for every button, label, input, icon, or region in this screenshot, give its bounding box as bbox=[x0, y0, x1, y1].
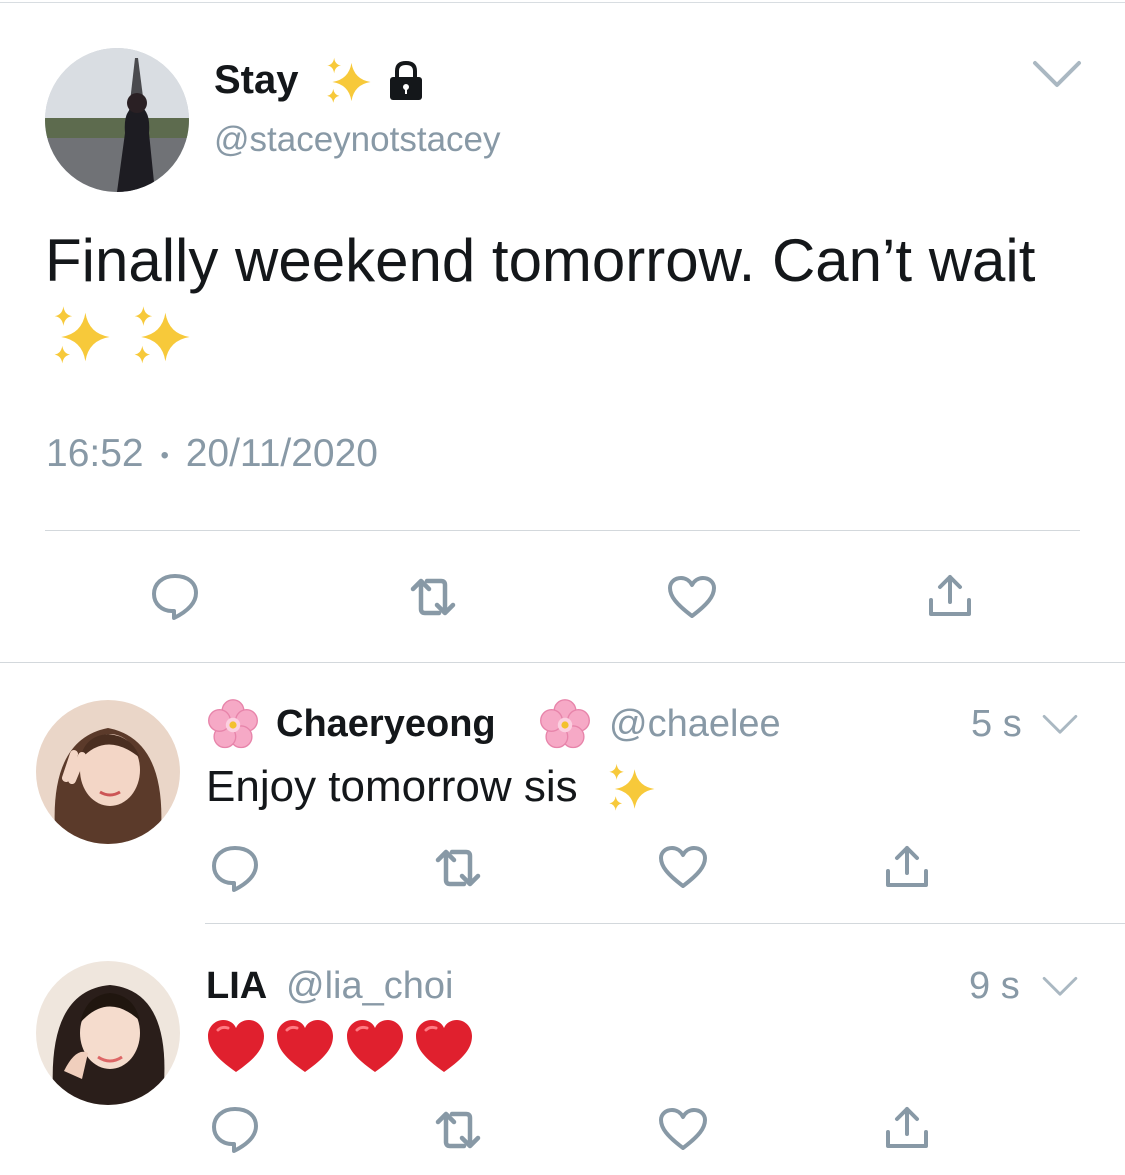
reply-handle[interactable]: @lia_choi bbox=[286, 965, 453, 1008]
reply-age: 5 s bbox=[971, 703, 1022, 745]
divider bbox=[45, 530, 1080, 531]
reply-text: Enjoy tomorrow sis bbox=[206, 760, 658, 816]
divider bbox=[0, 662, 1125, 663]
tweet-date: 20/11/2020 bbox=[185, 432, 378, 475]
avatar[interactable] bbox=[36, 700, 180, 844]
cherry-blossom-emoji-icon bbox=[206, 698, 260, 752]
sparkles-emoji-icon bbox=[322, 56, 374, 108]
reply-handle[interactable]: @chaelee bbox=[609, 703, 781, 746]
display-name[interactable]: Stay bbox=[214, 58, 299, 103]
reply-display-name[interactable]: Chaeryeong bbox=[276, 703, 496, 746]
tweet-text: Finally weekend tomorrow. Can’t wait bbox=[45, 225, 1105, 370]
red-heart-emoji-icon bbox=[275, 1018, 335, 1074]
retweet-icon[interactable] bbox=[405, 575, 461, 619]
chevron-down-icon[interactable] bbox=[1042, 976, 1078, 998]
share-icon[interactable] bbox=[927, 572, 973, 618]
red-heart-emoji-icon bbox=[414, 1018, 474, 1074]
retweet-icon[interactable] bbox=[430, 1108, 486, 1152]
top-divider bbox=[0, 2, 1125, 3]
sparkles-emoji-icon bbox=[125, 304, 197, 370]
retweet-icon[interactable] bbox=[430, 846, 486, 890]
reply-display-name[interactable]: LIA bbox=[206, 965, 267, 1008]
red-heart-emoji-icon bbox=[206, 1018, 266, 1074]
separator-dot: • bbox=[160, 441, 169, 469]
timestamp: 16:52 • 20/11/2020 bbox=[46, 432, 378, 476]
reply-bubble-icon[interactable] bbox=[150, 571, 200, 621]
reply-bubble-icon[interactable] bbox=[210, 843, 260, 893]
avatar[interactable] bbox=[36, 961, 180, 1105]
cherry-blossom-emoji-icon bbox=[538, 698, 592, 752]
reply-age: 9 s bbox=[969, 965, 1020, 1007]
heart-icon[interactable] bbox=[657, 844, 709, 890]
chevron-down-icon[interactable] bbox=[1032, 60, 1082, 90]
share-icon[interactable] bbox=[884, 1104, 930, 1150]
red-heart-emoji-icon bbox=[345, 1018, 405, 1074]
reply-text-content: Enjoy tomorrow sis bbox=[206, 762, 578, 811]
divider bbox=[205, 923, 1125, 924]
tweet-time: 16:52 bbox=[46, 432, 144, 475]
sparkles-emoji-icon bbox=[45, 304, 117, 370]
heart-icon[interactable] bbox=[657, 1106, 709, 1152]
lock-icon bbox=[386, 60, 426, 102]
tweet-text-line: Finally weekend tomorrow. Can’t wait bbox=[45, 227, 1036, 294]
reply-text bbox=[206, 1018, 474, 1074]
handle[interactable]: @staceynotstacey bbox=[214, 120, 501, 160]
sparkles-emoji-icon bbox=[604, 762, 658, 816]
avatar[interactable] bbox=[45, 48, 189, 192]
heart-icon[interactable] bbox=[666, 574, 718, 620]
share-icon[interactable] bbox=[884, 843, 930, 889]
reply-bubble-icon[interactable] bbox=[210, 1104, 260, 1154]
chevron-down-icon[interactable] bbox=[1042, 714, 1078, 736]
